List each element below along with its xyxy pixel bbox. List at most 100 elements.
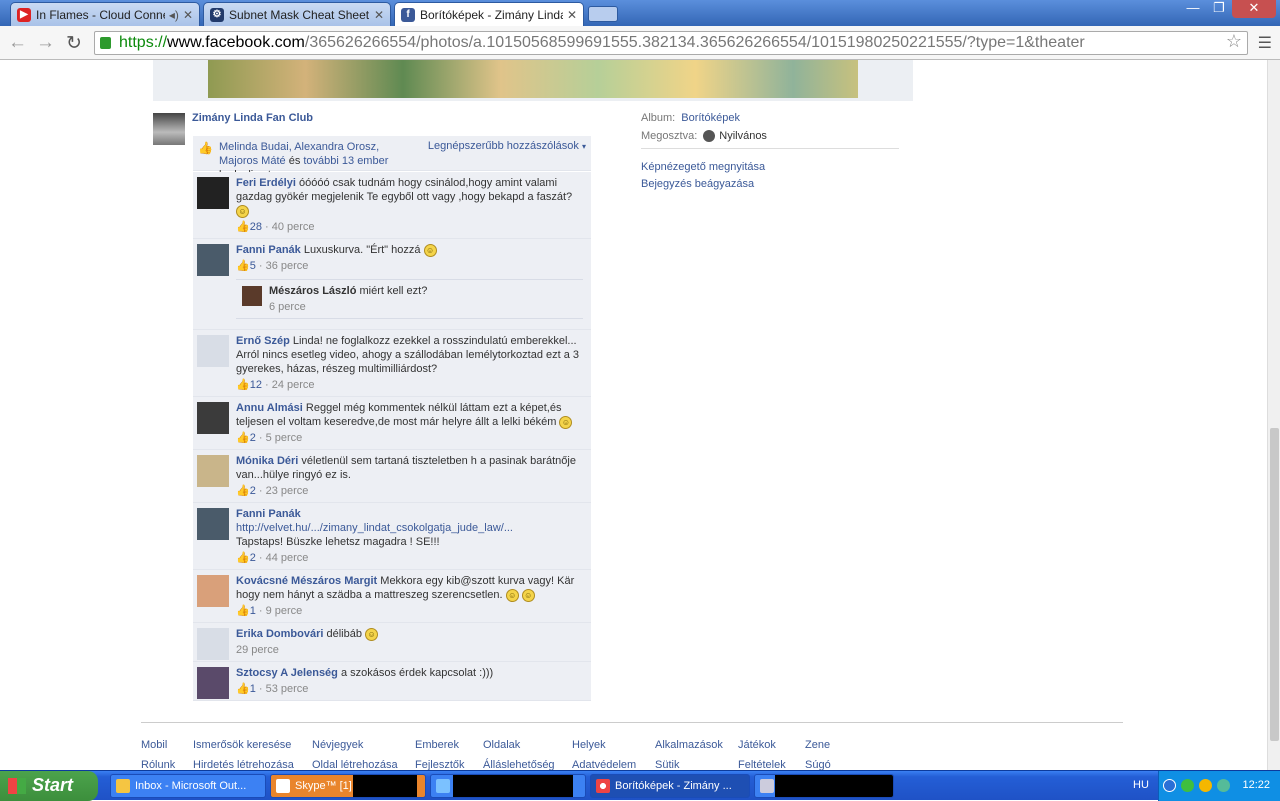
comment-link[interactable]: http://velvet.hu/.../zimany_lindat_csoko… — [236, 522, 513, 534]
comment-like-count[interactable]: 👍5 — [236, 260, 256, 272]
comment: Ernő Szép Linda! ne foglalkozz ezekkel a… — [193, 330, 591, 397]
avatar[interactable] — [242, 286, 262, 306]
comment-author[interactable]: Feri Erdélyi — [236, 177, 296, 189]
comment-time[interactable]: 53 perce — [266, 683, 309, 695]
comment-time[interactable]: 36 perce — [266, 260, 309, 272]
comment-author[interactable]: Annu Almási — [236, 402, 303, 414]
taskbar-item-hidden[interactable] — [754, 774, 894, 798]
taskbar-item-skype[interactable]: Skype™ [1] — [270, 774, 426, 798]
comment-author[interactable]: Fanni Panák — [236, 244, 301, 256]
comment-time[interactable]: 44 perce — [266, 552, 309, 564]
taskbar-item-chrome[interactable]: Borítóképek - Zimány ... — [590, 774, 750, 798]
comment-like-count[interactable]: 👍28 — [236, 221, 262, 233]
comment-like-count[interactable]: 👍1 — [236, 683, 256, 695]
comment-time[interactable]: 40 perce — [272, 221, 315, 233]
comment-like-count[interactable]: 👍1 — [236, 605, 256, 617]
page-owner-link[interactable]: Zimány Linda Fan Club — [192, 112, 313, 124]
comment-like-count[interactable]: 👍2 — [236, 552, 256, 564]
close-tab-icon[interactable]: ✕ — [374, 8, 384, 22]
new-tab-button[interactable] — [588, 6, 618, 22]
comment-like-count[interactable]: 👍2 — [236, 485, 256, 497]
address-bar[interactable]: https://www.facebook.com/365626266554/ph… — [94, 31, 1248, 55]
scrollbar-thumb[interactable] — [1270, 428, 1279, 741]
footer-link[interactable]: Emberek — [415, 735, 465, 755]
footer-link[interactable]: Zene — [805, 735, 831, 755]
close-tab-icon[interactable]: ✕ — [567, 8, 577, 22]
tab-boritokepek[interactable]: f Borítóképek - Zimány Linda F ✕ — [394, 2, 584, 26]
comment-author[interactable]: Fanni Panák — [236, 508, 301, 520]
shared-label: Megosztva: — [641, 130, 698, 142]
footer-link[interactable]: Rólunk — [141, 755, 175, 770]
avatar[interactable] — [197, 667, 229, 699]
footer-link[interactable]: Helyek — [572, 735, 636, 755]
reload-icon[interactable]: ↻ — [66, 32, 82, 55]
avatar[interactable] — [197, 244, 229, 276]
forward-arrow-icon[interactable]: → — [36, 32, 55, 54]
avatar[interactable] — [197, 455, 229, 487]
avatar[interactable] — [197, 177, 229, 209]
avatar[interactable] — [153, 113, 185, 145]
footer-link[interactable]: Ismerősök keresése — [193, 735, 294, 755]
bookmark-star-icon[interactable]: ☆ — [1226, 31, 1242, 52]
minimize-icon[interactable]: — — [1180, 0, 1206, 18]
footer-link[interactable]: Névjegyek — [312, 735, 398, 755]
taskbar-item-ie[interactable] — [430, 774, 586, 798]
start-button[interactable]: Start — [0, 771, 98, 801]
cover-photo[interactable] — [208, 60, 858, 98]
taskbar-label: Borítóképek - Zimány ... — [615, 780, 732, 792]
vertical-scrollbar[interactable] — [1267, 60, 1280, 770]
warning-icon[interactable] — [1199, 779, 1212, 792]
reply-author[interactable]: Mészáros László — [269, 285, 356, 297]
avatar[interactable] — [197, 335, 229, 367]
speaker-icon[interactable] — [1217, 779, 1230, 792]
language-indicator[interactable]: HU — [1133, 779, 1149, 791]
comment-time[interactable]: 9 perce — [266, 605, 303, 617]
tab-in-flames[interactable]: ▶ In Flames - Cloud Connec ◂) ✕ — [10, 2, 200, 26]
reply-time[interactable]: 6 perce — [269, 300, 583, 314]
comment-author[interactable]: Kovácsné Mészáros Margit — [236, 575, 377, 587]
chevron-left-icon[interactable] — [1163, 779, 1176, 792]
network-icon[interactable] — [1181, 779, 1194, 792]
comment-like-count[interactable]: 👍12 — [236, 379, 262, 391]
comment-author[interactable]: Sztocsy A Jelenség — [236, 667, 338, 679]
footer-link[interactable]: Játékok — [738, 735, 786, 755]
taskbar-item-outlook[interactable]: Inbox - Microsoft Out... — [110, 774, 266, 798]
footer-link[interactable]: Feltételek — [738, 755, 786, 770]
footer-link[interactable]: Fejlesztők — [415, 755, 465, 770]
avatar[interactable] — [197, 628, 229, 660]
footer-link[interactable]: Adatvédelem — [572, 755, 636, 770]
comment-time[interactable]: 29 perce — [236, 644, 279, 656]
comment-meta: 👍28 · 40 perce — [236, 221, 315, 233]
footer-link[interactable]: Oldal létrehozása — [312, 755, 398, 770]
footer-link[interactable]: Hirdetés létrehozása — [193, 755, 294, 770]
comment-time[interactable]: 23 perce — [266, 485, 309, 497]
footer-link[interactable]: Oldalak — [483, 735, 555, 755]
avatar[interactable] — [197, 402, 229, 434]
comment-sort-dropdown[interactable]: Legnépszerűbb hozzászólások ▾ — [428, 140, 586, 152]
comment-author[interactable]: Erika Dombovári — [236, 628, 323, 640]
avatar[interactable] — [197, 508, 229, 540]
tab-subnet-mask[interactable]: ⚙ Subnet Mask Cheat Sheet ✕ — [203, 2, 391, 26]
footer-link[interactable]: Mobil — [141, 735, 175, 755]
comment-author[interactable]: Mónika Déri — [236, 455, 298, 467]
footer-link[interactable]: Álláslehetőség — [483, 755, 555, 770]
comment-time[interactable]: 24 perce — [272, 379, 315, 391]
close-tab-icon[interactable]: ✕ — [183, 8, 193, 22]
comment-author[interactable]: Ernő Szép — [236, 335, 290, 347]
facebook-icon: f — [401, 7, 415, 22]
comment-time[interactable]: 5 perce — [266, 432, 303, 444]
close-window-icon[interactable]: ✕ — [1232, 0, 1276, 18]
footer-link[interactable]: Súgó — [805, 755, 831, 770]
footer-link[interactable]: Sütik — [655, 755, 723, 770]
back-arrow-icon[interactable]: ← — [8, 32, 27, 54]
avatar[interactable] — [197, 575, 229, 607]
embed-post-link[interactable]: Bejegyzés beágyazása — [641, 178, 899, 190]
album-link[interactable]: Borítóképek — [681, 112, 740, 124]
maximize-icon[interactable]: ❐ — [1206, 0, 1232, 18]
more-likers-link[interactable]: további 13 ember — [303, 155, 388, 167]
comment-like-count[interactable]: 👍2 — [236, 432, 256, 444]
menu-icon[interactable]: ☰ — [1258, 33, 1272, 53]
open-photo-viewer-link[interactable]: Képnézegető megnyitása — [641, 161, 899, 173]
footer-link[interactable]: Alkalmazások — [655, 735, 723, 755]
clock[interactable]: 12:22 — [1242, 779, 1270, 791]
